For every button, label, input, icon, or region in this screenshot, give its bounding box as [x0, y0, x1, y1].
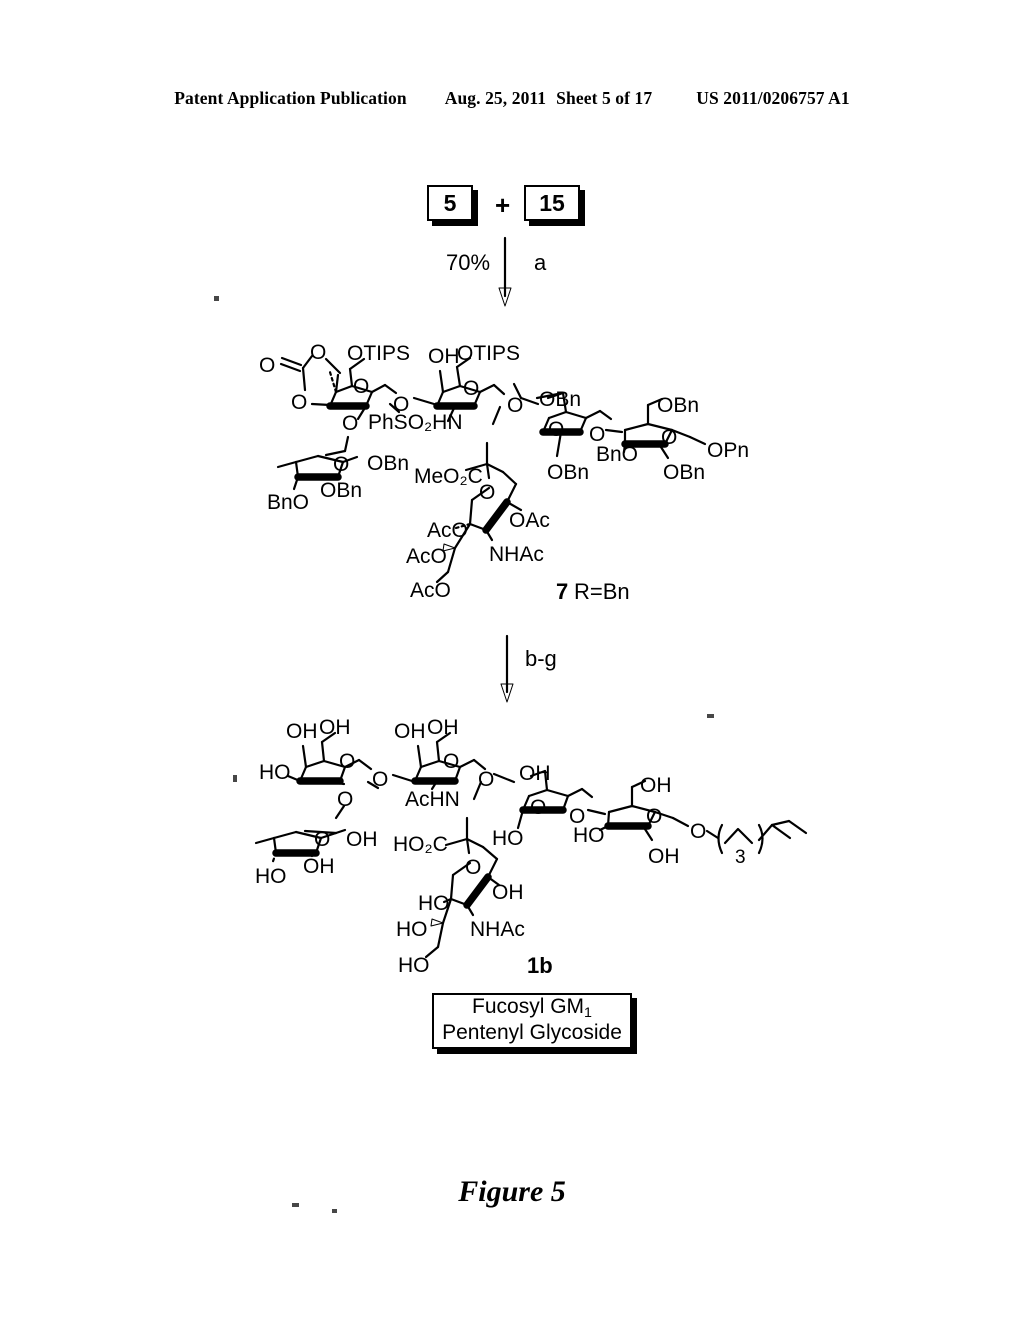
- chemical-structure-drawing: [254, 236, 808, 959]
- patent-figure-page: Patent Application Publication Aug. 25, …: [0, 0, 1024, 1320]
- structure-1b-skeleton: [254, 731, 808, 959]
- structure-7-skeleton: [276, 354, 707, 584]
- reaction-arrow-2: [500, 634, 514, 703]
- reaction-arrow-1: [498, 236, 512, 307]
